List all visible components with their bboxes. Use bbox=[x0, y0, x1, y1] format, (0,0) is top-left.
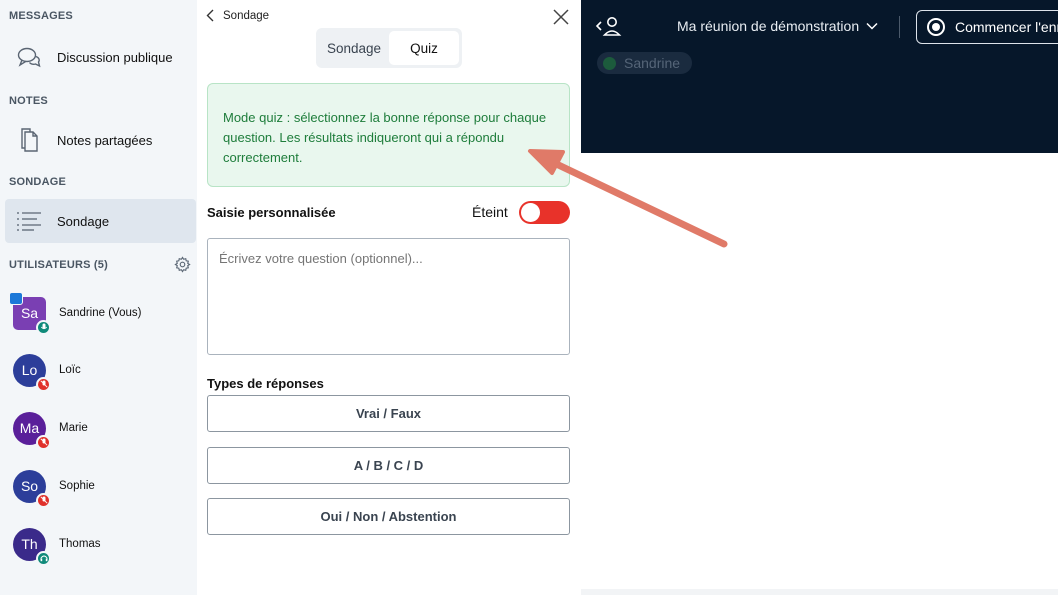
sidebar-item-label: Notes partagées bbox=[57, 132, 153, 148]
microphone-muted-icon bbox=[36, 434, 51, 450]
user-list-item[interactable]: Sa Sandrine (Vous) bbox=[9, 291, 193, 335]
talking-user-name: Sandrine bbox=[624, 55, 681, 71]
poll-list-icon bbox=[14, 210, 44, 232]
chat-icon bbox=[14, 46, 44, 68]
avatar: Sa bbox=[9, 291, 51, 335]
chevron-down-icon bbox=[866, 22, 878, 30]
bottom-strip bbox=[581, 589, 1058, 595]
tab-poll[interactable]: Sondage bbox=[319, 31, 389, 65]
avatar: Lo bbox=[13, 353, 51, 392]
avatar-initials: Sa bbox=[20, 305, 39, 321]
close-icon[interactable] bbox=[552, 8, 570, 26]
response-types-label: Types de réponses bbox=[207, 376, 324, 391]
tab-quiz[interactable]: Quiz bbox=[389, 31, 459, 65]
notes-section-title: NOTES bbox=[9, 95, 48, 107]
talking-dot-icon bbox=[603, 56, 616, 70]
gear-icon[interactable] bbox=[174, 256, 191, 273]
users-section-title: UTILISATEURS (5) bbox=[9, 259, 108, 271]
quiz-info-banner: Mode quiz : sélectionnez la bonne répons… bbox=[207, 83, 570, 187]
user-name: Loïc bbox=[59, 364, 81, 376]
custom-input-label: Saisie personnalisée bbox=[207, 205, 336, 220]
meeting-title-dropdown[interactable]: Ma réunion de démonstration bbox=[677, 18, 878, 34]
headphones-icon bbox=[36, 550, 51, 566]
user-name: Thomas bbox=[59, 538, 101, 550]
avatar: Th bbox=[13, 527, 51, 566]
user-list-toggle-icon[interactable] bbox=[595, 15, 623, 37]
avatar-initials: So bbox=[20, 478, 39, 494]
abcd-button[interactable]: A / B / C / D bbox=[207, 447, 570, 484]
microphone-muted-icon bbox=[36, 376, 51, 392]
meeting-header: Ma réunion de démonstration Commencer l'… bbox=[581, 0, 1058, 153]
back-label: Sondage bbox=[223, 9, 270, 22]
avatar-initials: Lo bbox=[21, 362, 38, 378]
sidebar-item-label: Sondage bbox=[57, 213, 110, 229]
sidebar-item-poll[interactable]: Sondage bbox=[5, 199, 196, 243]
sidebar-item-label: Discussion publique bbox=[57, 49, 173, 65]
true-false-button[interactable]: Vrai / Faux bbox=[207, 395, 570, 432]
microphone-icon bbox=[36, 319, 51, 335]
user-name: Sophie bbox=[59, 480, 95, 492]
sidebar: MESSAGES Discussion publique NOTES Notes… bbox=[0, 0, 197, 595]
toggle-state-label: Éteint bbox=[472, 204, 508, 220]
sidebar-item-shared-notes[interactable]: Notes partagées bbox=[5, 118, 196, 162]
user-list-item[interactable]: So Sophie bbox=[13, 468, 193, 508]
toggle-knob bbox=[521, 203, 540, 222]
avatar-initials: Th bbox=[21, 536, 38, 552]
microphone-muted-icon bbox=[36, 492, 51, 508]
question-input[interactable] bbox=[207, 238, 570, 355]
yes-no-abstention-button[interactable]: Oui / Non / Abstention bbox=[207, 498, 570, 535]
custom-input-toggle[interactable] bbox=[519, 201, 570, 224]
presenter-icon bbox=[9, 291, 23, 305]
chevron-left-icon bbox=[206, 9, 214, 22]
poll-panel: Sondage Sondage Quiz Mode quiz : sélecti… bbox=[197, 0, 581, 595]
avatar: Ma bbox=[13, 411, 51, 450]
meeting-title: Ma réunion de démonstration bbox=[677, 18, 860, 34]
user-list-item[interactable]: Th Thomas bbox=[13, 526, 193, 566]
divider bbox=[899, 16, 900, 38]
record-label: Commencer l'enregistrement bbox=[955, 19, 1058, 35]
avatar: So bbox=[13, 469, 51, 508]
user-list-item[interactable]: Ma Marie bbox=[13, 410, 193, 450]
poll-section-title: SONDAGE bbox=[9, 176, 67, 188]
notes-icon bbox=[14, 127, 44, 153]
mode-tabs: Sondage Quiz bbox=[316, 28, 462, 68]
user-name: Marie bbox=[59, 422, 88, 434]
back-button[interactable]: Sondage bbox=[206, 9, 269, 22]
messages-section-title: MESSAGES bbox=[9, 10, 73, 22]
record-icon bbox=[927, 18, 945, 36]
avatar-initials: Ma bbox=[19, 420, 40, 436]
sidebar-item-public-chat[interactable]: Discussion publique bbox=[5, 35, 196, 79]
start-recording-button[interactable]: Commencer l'enregistrement bbox=[916, 10, 1058, 44]
user-list-item[interactable]: Lo Loïc bbox=[13, 352, 193, 392]
talking-indicator: Sandrine bbox=[597, 52, 693, 74]
user-name: Sandrine (Vous) bbox=[59, 307, 142, 319]
